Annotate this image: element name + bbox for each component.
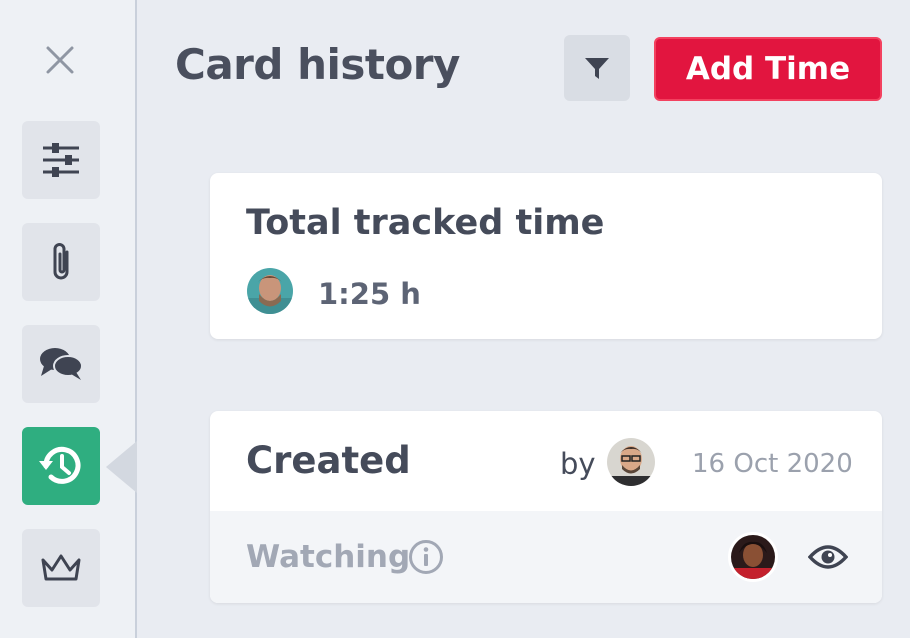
avatar-image xyxy=(247,268,293,314)
avatar xyxy=(244,265,296,317)
by-label: by xyxy=(560,447,596,481)
watcher-avatar xyxy=(728,532,778,582)
filter-icon xyxy=(585,58,609,79)
watching-label: Watching xyxy=(246,539,411,575)
add-time-button[interactable]: Add Time xyxy=(654,37,882,101)
tracked-time-value: 1:25 h xyxy=(318,277,421,311)
watchers-row: Watching xyxy=(210,511,882,603)
tracked-time-card: Total tracked time 1:25 h xyxy=(210,173,882,339)
tracked-time-title: Total tracked time xyxy=(246,203,605,243)
close-button[interactable] xyxy=(40,40,80,80)
avatar-image xyxy=(607,438,655,486)
avatar xyxy=(604,435,658,489)
sidebar-item-upgrade[interactable] xyxy=(22,529,100,607)
eye-icon[interactable] xyxy=(808,539,848,575)
sidebar-item-history[interactable] xyxy=(22,427,100,505)
history-icon xyxy=(39,446,81,484)
crown-icon xyxy=(41,554,81,581)
side-rail xyxy=(0,0,137,638)
sidebar-item-comments[interactable] xyxy=(22,325,100,403)
sidebar-item-settings[interactable] xyxy=(22,121,100,199)
avatar-image xyxy=(731,535,775,579)
history-entry-card: Created by 16 Oct 2020 Watching xyxy=(210,411,882,603)
comments-icon xyxy=(40,348,83,380)
paperclip-icon xyxy=(53,243,69,280)
active-panel-pointer xyxy=(106,441,137,493)
history-event-label: Created xyxy=(246,439,411,482)
history-date: 16 Oct 2020 xyxy=(692,449,853,479)
page-title: Card history xyxy=(175,40,460,89)
sidebar-item-attachments[interactable] xyxy=(22,223,100,301)
info-icon[interactable] xyxy=(408,539,444,575)
sliders-icon xyxy=(43,143,79,177)
filter-button[interactable] xyxy=(564,35,630,101)
close-icon xyxy=(46,46,74,74)
history-entry-header: Created by 16 Oct 2020 xyxy=(210,411,882,511)
